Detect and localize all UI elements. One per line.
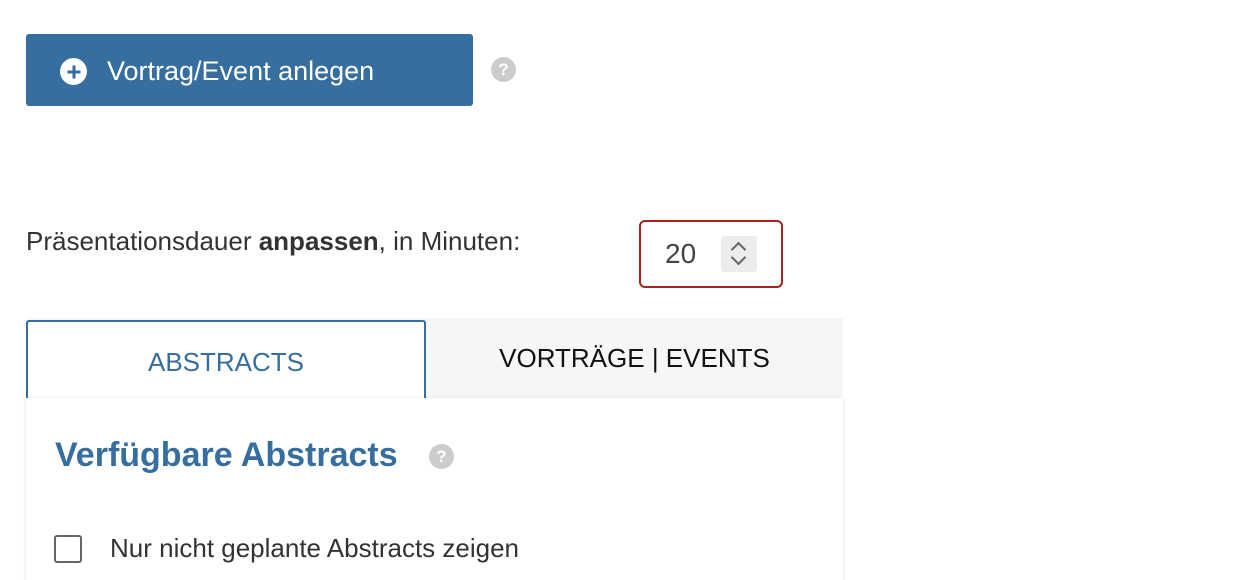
help-icon[interactable]: ? [429,444,454,469]
number-spinner[interactable] [721,236,757,272]
page: Vortrag/Event anlegen ? Präsentationsdau… [0,0,1246,580]
duration-label-bold: anpassen [258,226,379,256]
duration-label: Präsentationsdauer anpassen, in Minuten: [26,225,520,257]
tab-vortraege-events[interactable]: VORTRÄGE | EVENTS [426,342,843,374]
plus-circle-icon[interactable] [60,58,87,85]
duration-label-prefix: Präsentationsdauer [26,226,259,256]
tab-abstracts[interactable]: ABSTRACTS [26,320,426,398]
duration-number-input[interactable]: 20 [639,220,783,288]
create-button-label[interactable]: Vortrag/Event anlegen [107,55,374,87]
duration-value[interactable]: 20 [665,238,696,270]
unplanned-only-label[interactable]: Nur nicht geplante Abstracts zeigen [110,532,519,564]
tab-abstracts-label[interactable]: ABSTRACTS [28,346,424,378]
panel-title: Verfügbare Abstracts [55,436,398,474]
duration-label-suffix: , in Minuten: [378,226,521,256]
help-icon[interactable]: ? [491,57,516,82]
unplanned-only-checkbox[interactable] [54,535,82,563]
